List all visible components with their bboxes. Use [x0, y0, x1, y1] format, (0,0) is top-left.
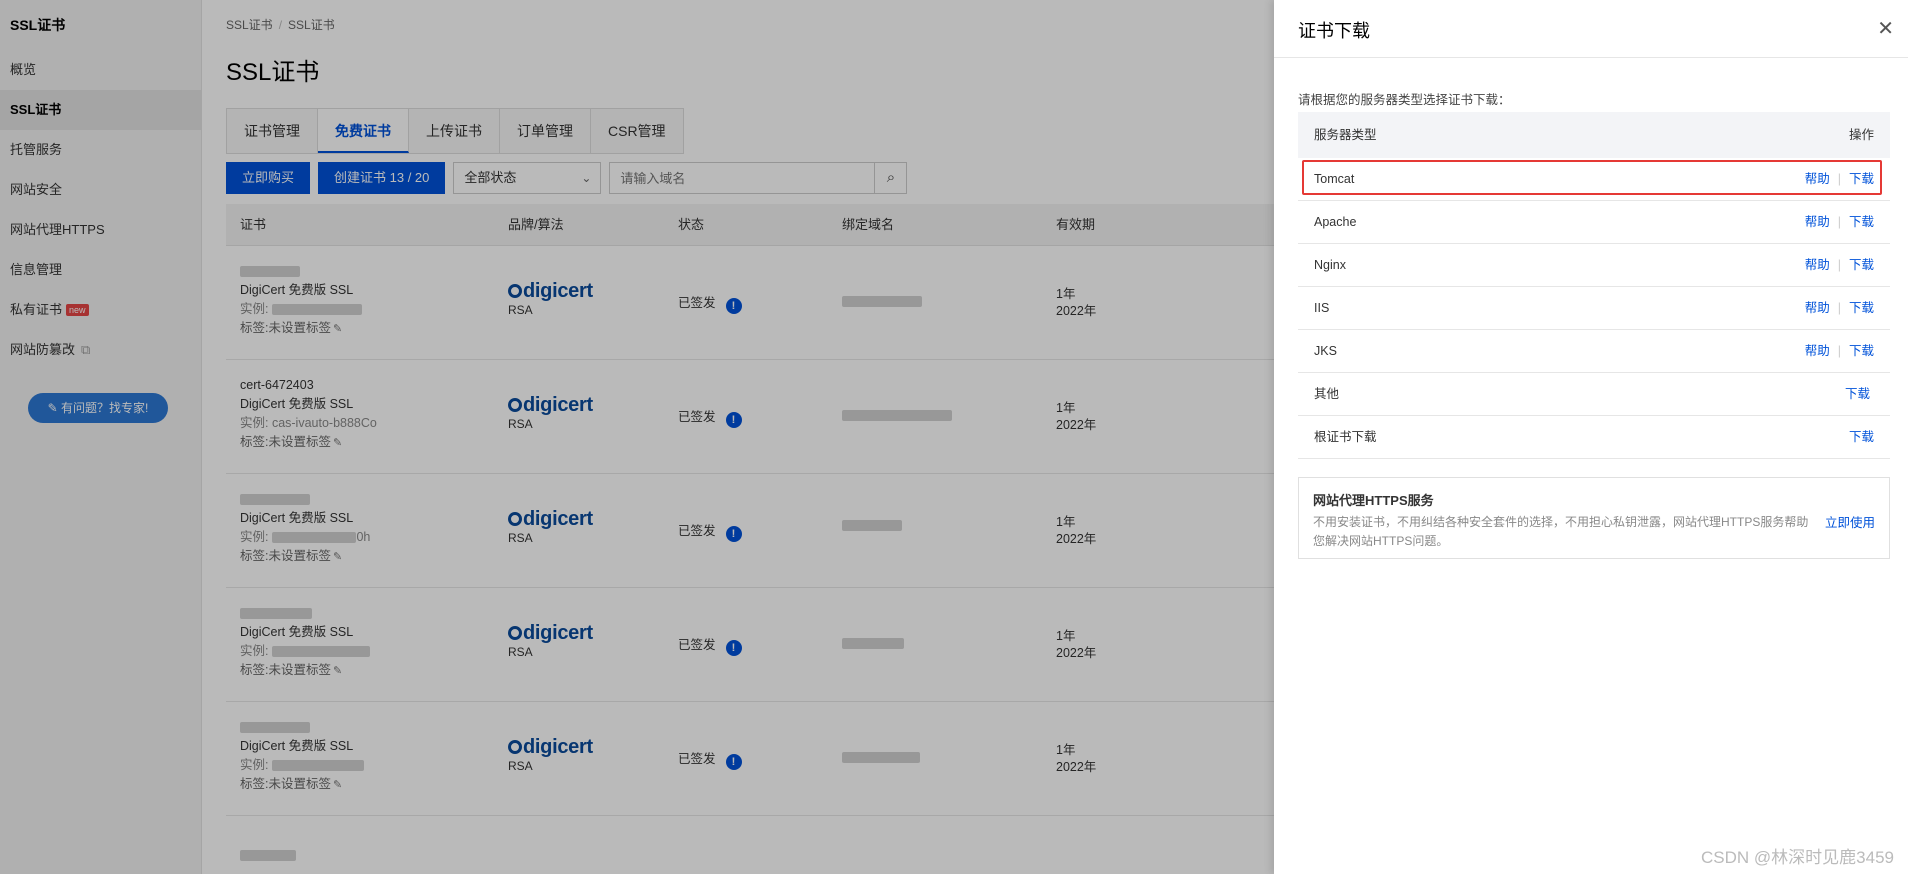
download-link[interactable]: 下载 — [1849, 344, 1874, 358]
table-header: 服务器类型 操作 — [1298, 112, 1890, 158]
server-type-table: 服务器类型 操作 Tomcat 帮助 | 下载 Apache 帮助 | 下载 Nginx… — [1298, 112, 1890, 459]
watermark: CSDN @林深时见鹿3459 — [1701, 848, 1894, 867]
help-link[interactable]: 帮助 — [1805, 215, 1830, 229]
server-row-apache: Apache 帮助 | 下载 — [1298, 201, 1890, 244]
download-link[interactable]: 下载 — [1849, 215, 1874, 229]
download-link[interactable]: 下载 — [1849, 301, 1874, 315]
download-link[interactable]: 下载 — [1849, 172, 1874, 186]
promo-title: 网站代理HTTPS服务 — [1313, 493, 1434, 508]
promo-description: 不用安装证书，不用纠结各种安全套件的选择，不用担心私钥泄露，网站代理HTTPS服… — [1313, 515, 1809, 548]
download-link[interactable]: 下载 — [1849, 430, 1874, 444]
help-link[interactable]: 帮助 — [1805, 301, 1830, 315]
drawer-header: 证书下载 ✕ — [1274, 0, 1908, 58]
divider: | — [1837, 301, 1841, 315]
server-name: Nginx — [1314, 258, 1346, 272]
server-name: JKS — [1314, 344, 1337, 358]
drawer-title: 证书下载 — [1298, 21, 1370, 41]
server-name: IIS — [1314, 301, 1330, 315]
divider: | — [1837, 215, 1841, 229]
server-name: Tomcat — [1314, 172, 1355, 186]
help-link[interactable]: 帮助 — [1805, 172, 1830, 186]
modal-backdrop[interactable] — [0, 0, 1274, 874]
column-header-operation: 操作 — [1848, 128, 1874, 142]
server-name: 其他 — [1314, 387, 1340, 401]
help-link[interactable]: 帮助 — [1805, 258, 1830, 272]
download-link[interactable]: 下载 — [1845, 387, 1870, 401]
server-name: Apache — [1314, 215, 1357, 229]
server-row-jks: JKS 帮助 | 下载 — [1298, 330, 1890, 373]
server-row-tomcat: Tomcat 帮助 | 下载 — [1298, 158, 1890, 201]
divider: | — [1837, 344, 1841, 358]
highlight-box — [1302, 160, 1882, 195]
server-row-iis: IIS 帮助 | 下载 — [1298, 287, 1890, 330]
server-row-other: 其他 下载 — [1298, 373, 1890, 416]
server-row-nginx: Nginx 帮助 | 下载 — [1298, 244, 1890, 287]
divider: | — [1837, 172, 1841, 186]
column-header-server-type: 服务器类型 — [1314, 128, 1377, 142]
server-name: 根证书下载 — [1314, 430, 1377, 444]
help-link[interactable]: 帮助 — [1805, 344, 1830, 358]
close-icon[interactable]: ✕ — [1877, 16, 1894, 41]
server-row-root-cert: 根证书下载 下载 — [1298, 416, 1890, 459]
divider: | — [1837, 258, 1841, 272]
https-proxy-promo: 网站代理HTTPS服务 不用安装证书，不用纠结各种安全套件的选择，不用担心私钥泄… — [1298, 477, 1890, 559]
drawer-hint: 请根据您的服务器类型选择证书下载： — [1298, 93, 1511, 107]
cert-download-drawer: 证书下载 ✕ 请根据您的服务器类型选择证书下载： 服务器类型 操作 Tomcat… — [1274, 0, 1908, 874]
use-now-link[interactable]: 立即使用 — [1825, 512, 1875, 531]
download-link[interactable]: 下载 — [1849, 258, 1874, 272]
